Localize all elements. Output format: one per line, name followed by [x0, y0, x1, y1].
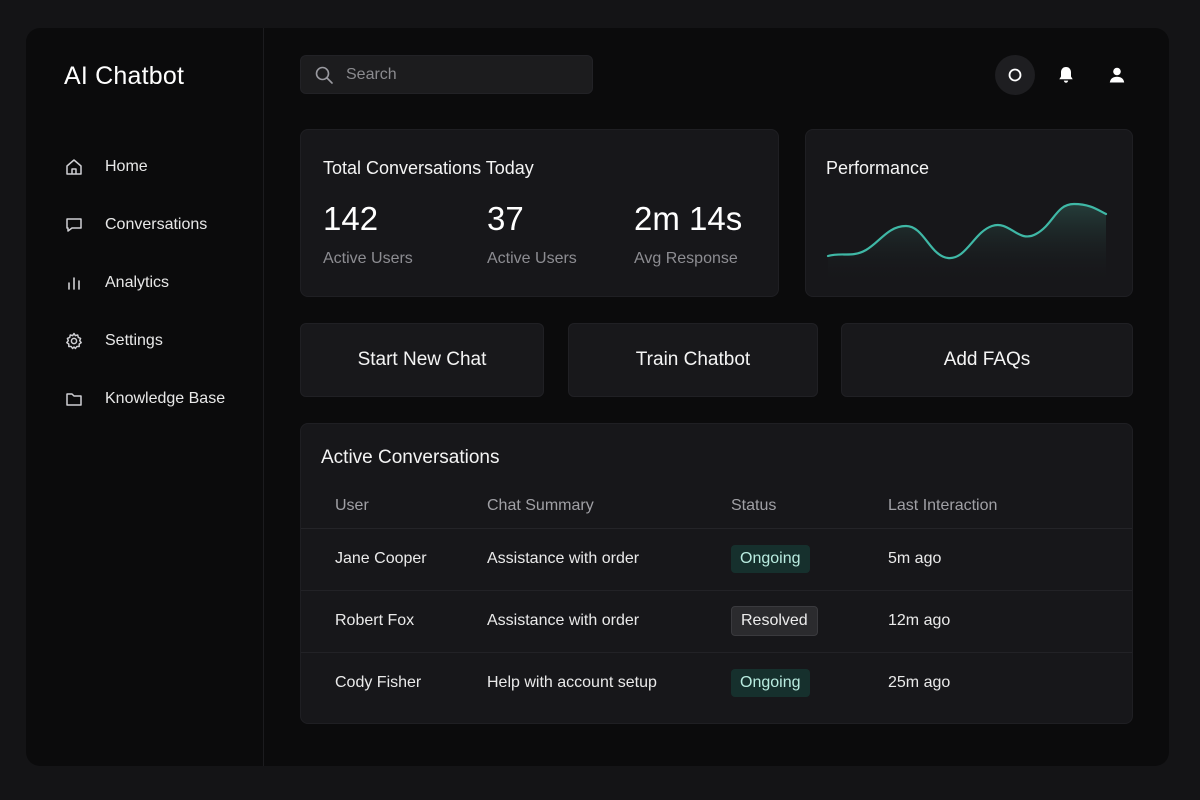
stat-value: 37 — [487, 200, 524, 237]
stat-value: 2m 14s — [634, 200, 743, 237]
start-new-chat-button[interactable]: Start New Chat — [300, 323, 544, 397]
cell-user: Cody Fisher — [335, 674, 422, 692]
performance-card: Performance — [805, 129, 1133, 297]
sidebar-item-label: Analytics — [105, 274, 170, 291]
sidebar-item-label: Knowledge Base — [105, 390, 226, 407]
theme-toggle-button[interactable] — [995, 55, 1035, 95]
cell-last-interaction: 5m ago — [888, 528, 1132, 591]
app-window: AI Chatbot Home Conversations Analytics … — [26, 28, 1169, 766]
status-badge: Resolved — [731, 606, 818, 636]
table-row[interactable]: Jane Cooper Assistance with order Ongoin… — [301, 528, 1132, 591]
table-row[interactable]: Cody Fisher Help with account setup Ongo… — [301, 652, 1132, 714]
sidebar-item-settings[interactable]: Settings — [64, 312, 254, 370]
cell-last-interaction: 12m ago — [888, 590, 1132, 653]
stat-label: Avg Response — [634, 250, 738, 267]
cell-user: Jane Cooper — [301, 528, 487, 591]
stat-item: 37 Active Users — [487, 200, 577, 268]
cell-status: Ongoing — [731, 652, 888, 714]
table-row[interactable]: Robert Fox Assistance with order Resolve… — [301, 590, 1132, 653]
cell-last-interaction: 25m ago — [888, 674, 951, 692]
conversations-table: User Chat Summary Status Last Interactio… — [301, 484, 1132, 714]
active-conversations-title: Active Conversations — [321, 447, 500, 468]
performance-area — [828, 204, 1106, 284]
cell-summary: Assistance with order — [487, 590, 731, 653]
table-header-row: User Chat Summary Status Last Interactio… — [301, 484, 1132, 529]
column-header-status[interactable]: Status — [731, 484, 888, 529]
status-badge: Ongoing — [731, 669, 810, 698]
theme-toggle-icon — [1008, 68, 1022, 82]
column-header-user[interactable]: User — [301, 484, 487, 529]
sidebar: AI Chatbot Home Conversations Analytics … — [26, 28, 264, 766]
column-header-summary[interactable]: Chat Summary — [487, 484, 731, 529]
status-badge: Ongoing — [731, 545, 810, 573]
sidebar-nav: Home Conversations Analytics Settings Kn… — [64, 138, 254, 428]
notifications-button[interactable] — [1046, 55, 1086, 95]
app-title: AI Chatbot — [64, 62, 185, 90]
stats-card-title: Total Conversations Today — [323, 158, 534, 178]
sidebar-item-label: Conversations — [105, 216, 208, 233]
sidebar-item-analytics[interactable]: Analytics — [64, 254, 254, 312]
column-header-last-interaction[interactable]: Last Interaction — [888, 484, 1132, 529]
search-input[interactable] — [346, 65, 566, 84]
search-bar[interactable] — [300, 55, 593, 94]
active-conversations-card: Active Conversations User Chat Summary S… — [300, 423, 1133, 724]
sidebar-item-label: Settings — [105, 332, 163, 349]
user-profile-button[interactable] — [1097, 55, 1137, 95]
stats-card: Total Conversations Today 142 Active Use… — [300, 129, 779, 297]
cell-status: Resolved — [731, 590, 888, 653]
home-icon — [64, 157, 84, 177]
sidebar-item-label: Home — [105, 158, 148, 175]
search-icon — [315, 66, 333, 84]
cell-summary: Assistance with order — [487, 528, 731, 591]
sidebar-item-home[interactable]: Home — [64, 138, 254, 196]
stat-label: Active Users — [323, 250, 413, 267]
cell-user: Robert Fox — [301, 590, 487, 653]
sidebar-item-conversations[interactable]: Conversations — [64, 196, 254, 254]
performance-sparkline — [826, 202, 1108, 284]
header-actions — [984, 55, 1137, 95]
add-faqs-button[interactable]: Add FAQs — [841, 323, 1133, 397]
stat-item: 2m 14s Avg Response — [634, 200, 742, 268]
stat-value: 142 — [323, 200, 379, 237]
cell-summary: Help with account setup — [487, 674, 657, 692]
folder-icon — [64, 389, 84, 409]
bar-chart-icon — [64, 273, 84, 293]
sidebar-item-knowledge-base[interactable]: Knowledge Base — [64, 370, 254, 428]
main-content: Total Conversations Today 142 Active Use… — [300, 28, 1169, 766]
train-chatbot-button[interactable]: Train Chatbot — [568, 323, 818, 397]
performance-card-title: Performance — [826, 158, 930, 178]
cell-status: Ongoing — [731, 528, 888, 591]
stat-label: Active Users — [487, 250, 577, 267]
stat-item: 142 Active Users — [323, 200, 413, 268]
gear-icon — [64, 331, 84, 351]
chat-bubble-icon — [64, 215, 84, 235]
user-icon — [1109, 67, 1125, 83]
bell-icon — [1059, 67, 1073, 83]
